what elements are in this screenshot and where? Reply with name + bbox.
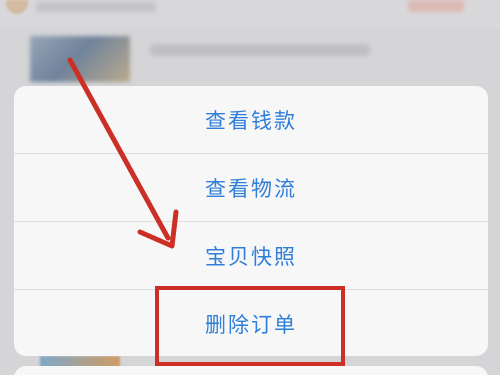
view-logistics-option[interactable]: 查看物流	[14, 154, 488, 222]
option-label: 查看物流	[205, 176, 297, 201]
option-label: 删除订单	[205, 312, 297, 337]
order-list-screen: 查看钱款 查看物流 宝贝快照 删除订单	[0, 0, 500, 375]
action-sheet: 查看钱款 查看物流 宝贝快照 删除订单	[14, 86, 488, 356]
option-label: 宝贝快照	[205, 244, 297, 269]
delete-order-option[interactable]: 删除订单	[14, 290, 488, 356]
view-payment-option[interactable]: 查看钱款	[14, 86, 488, 154]
item-snapshot-option[interactable]: 宝贝快照	[14, 222, 488, 290]
cancel-button[interactable]	[14, 366, 488, 375]
option-label: 查看钱款	[205, 108, 297, 133]
